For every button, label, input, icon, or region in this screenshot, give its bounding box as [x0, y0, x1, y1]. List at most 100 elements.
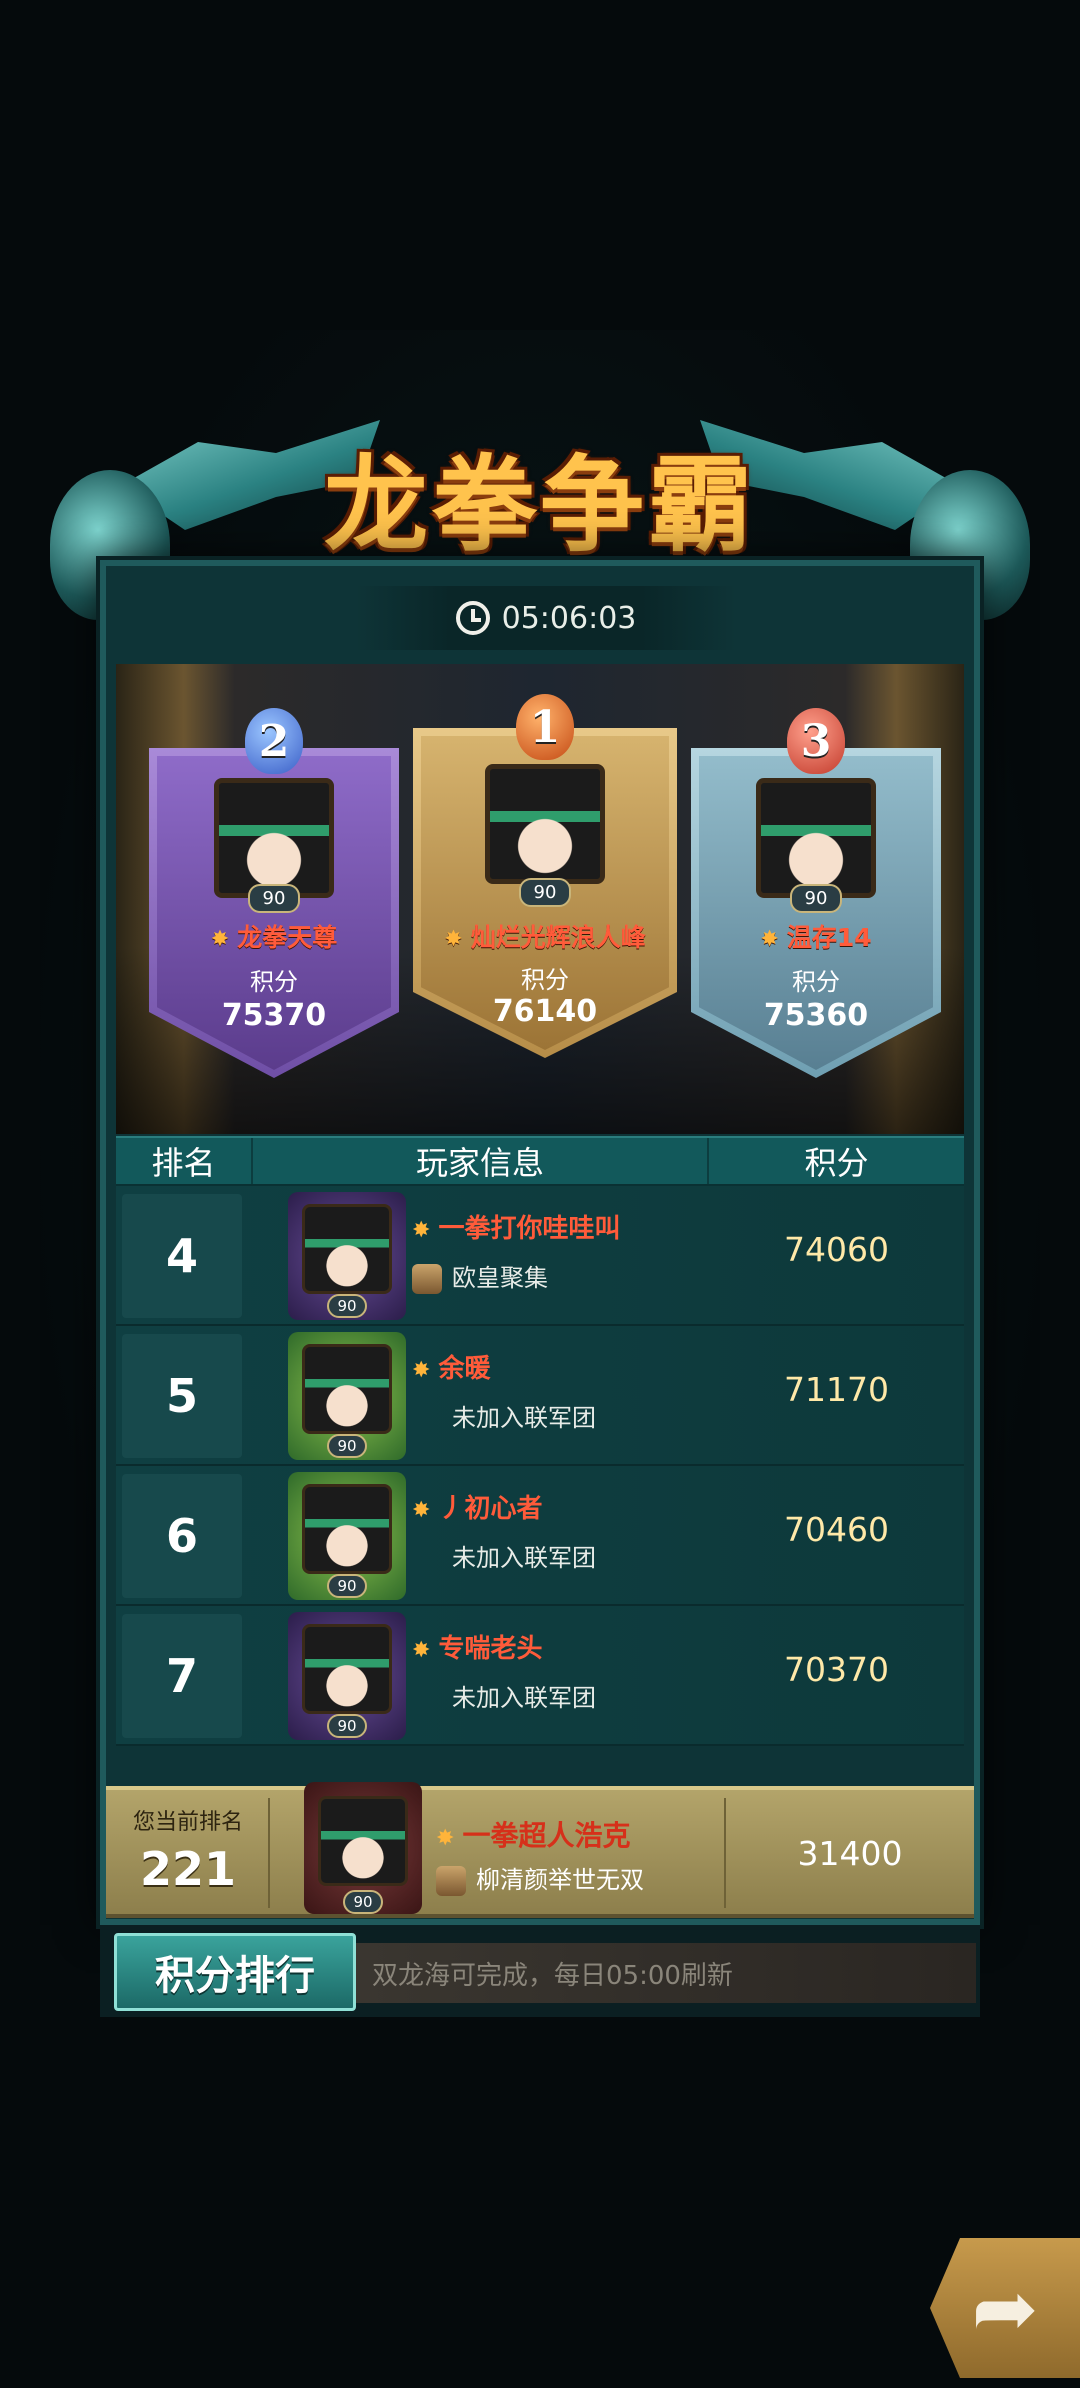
level-badge: 90 — [519, 878, 571, 907]
level-badge: 90 — [327, 1574, 367, 1598]
star-icon: ✸ — [412, 1218, 431, 1243]
ranking-list[interactable]: 4 90 ✸ 一拳打你哇哇叫 欧皇聚集 74060 5 90 ✸ 余暖 未加入联军团… — [116, 1186, 964, 1781]
player-name: ✸ 丿初心者 — [412, 1488, 542, 1525]
share-button[interactable]: ➦ — [930, 2238, 1080, 2378]
table-row[interactable]: 6 90 ✸ 丿初心者 未加入联军团 70460 — [116, 1466, 964, 1606]
event-title: 龙拳争霸 — [323, 443, 756, 566]
score-label: 积分 — [792, 968, 840, 996]
my-rank-number: 221 — [139, 1842, 237, 1896]
score-label: 积分 — [521, 966, 569, 994]
score-ranking-tab[interactable]: 积分排行 — [114, 1933, 356, 2011]
avatar — [302, 1484, 392, 1574]
player-name-text: 灿烂光辉浪人峰 — [470, 923, 646, 952]
avatar[interactable] — [756, 778, 876, 898]
rank-number: 7 — [122, 1614, 242, 1738]
guild-name: 未加入联军团 — [412, 1678, 596, 1713]
my-player-name-text: 一拳超人浩克 — [462, 1819, 631, 1852]
player-name: ✸ 温存14 — [691, 918, 941, 954]
avatar — [302, 1344, 392, 1434]
avatar[interactable] — [485, 764, 605, 884]
avatar — [302, 1204, 392, 1294]
star-icon: ✸ — [444, 927, 463, 952]
score-value: 70370 — [784, 1650, 889, 1689]
player-name-text: 余暖 — [438, 1354, 491, 1384]
score-value: 76140 — [492, 994, 598, 1029]
guild-name-text: 欧皇聚集 — [452, 1264, 548, 1292]
score-value: 75370 — [221, 998, 327, 1033]
my-player-name: ✸ 一拳超人浩克 — [436, 1814, 630, 1854]
player-name-text: 龙拳天尊 — [237, 923, 338, 952]
level-badge: 90 — [248, 884, 300, 913]
score-value: 75360 — [763, 998, 869, 1033]
header-score: 积分 — [804, 1144, 869, 1182]
podium-content-3: 3 90 ✸ 温存14 积分 75360 — [691, 708, 941, 1078]
table-header: 排名 玩家信息 积分 — [116, 1136, 964, 1186]
avatar-frame[interactable]: 90 — [288, 1472, 406, 1600]
guild-name-text: 未加入联军团 — [452, 1544, 596, 1572]
rank-number: 4 — [122, 1194, 242, 1318]
timer-text: 05:06:03 — [501, 600, 637, 636]
guild-icon — [436, 1866, 466, 1896]
avatar — [302, 1624, 392, 1714]
player-name-text: 丿初心者 — [438, 1494, 543, 1524]
guild-name-text: 未加入联军团 — [452, 1684, 596, 1712]
player-name-text: 专喘老头 — [438, 1634, 543, 1664]
rank-medal-2: 2 — [245, 708, 303, 774]
avatar-frame[interactable]: 90 — [288, 1192, 406, 1320]
table-row[interactable]: 4 90 ✸ 一拳打你哇哇叫 欧皇聚集 74060 — [116, 1186, 964, 1326]
header-rank: 排名 — [151, 1144, 216, 1182]
guild-name-text: 未加入联军团 — [452, 1404, 596, 1432]
score-value: 71170 — [784, 1370, 889, 1409]
player-name: ✸ 龙拳天尊 — [149, 918, 399, 954]
rank-medal-1: 1 — [516, 694, 574, 760]
rank-medal-3: 3 — [787, 708, 845, 774]
avatar-frame[interactable]: 90 — [288, 1612, 406, 1740]
podium-content-2: 2 90 ✸ 龙拳天尊 积分 75370 — [149, 708, 399, 1078]
leaderboard-panel: 05:06:03 2 90 ✸ 龙拳天尊 积分 75370 1 90 ✸ 灿烂光辉浪… — [100, 560, 980, 1925]
my-score-value: 31400 — [797, 1834, 903, 1873]
star-icon: ✸ — [412, 1358, 431, 1383]
my-guild-name-text: 柳清颜举世无双 — [476, 1866, 644, 1894]
star-icon: ✸ — [760, 927, 779, 952]
guild-name: 未加入联军团 — [412, 1398, 596, 1433]
my-avatar-frame[interactable]: 90 — [304, 1782, 422, 1914]
level-badge: 90 — [790, 884, 842, 913]
clock-icon — [455, 601, 490, 635]
share-icon: ➦ — [971, 2261, 1039, 2355]
my-guild-name: 柳清颜举世无双 — [436, 1860, 644, 1896]
table-row[interactable]: 5 90 ✸ 余暖 未加入联军团 71170 — [116, 1326, 964, 1466]
rank-number: 5 — [122, 1334, 242, 1458]
my-rank-label: 您当前排名 — [132, 1810, 243, 1835]
my-rank-bar[interactable]: 您当前排名 221 90 ✸ 一拳超人浩克 柳清颜举世无双 31400 — [106, 1782, 974, 1918]
player-name: ✸ 专喘老头 — [412, 1628, 542, 1665]
player-name-text: 一拳打你哇哇叫 — [438, 1214, 621, 1244]
star-icon: ✸ — [210, 927, 230, 952]
star-icon: ✸ — [436, 1826, 455, 1851]
player-name: ✸ 灿烂光辉浪人峰 — [413, 918, 677, 954]
player-name-text: 温存14 — [786, 923, 872, 952]
player-name: ✸ 余暖 — [412, 1348, 490, 1385]
level-badge: 90 — [327, 1714, 367, 1738]
level-badge: 90 — [327, 1434, 367, 1458]
avatar-frame[interactable]: 90 — [288, 1332, 406, 1460]
level-badge: 90 — [327, 1294, 367, 1318]
level-badge: 90 — [343, 1890, 383, 1914]
score-value: 74060 — [784, 1230, 889, 1269]
guild-icon — [412, 1264, 442, 1294]
header-player-info: 玩家信息 — [251, 1138, 709, 1184]
guild-name: 未加入联军团 — [412, 1538, 596, 1573]
star-icon: ✸ — [412, 1498, 431, 1523]
score-label: 积分 — [250, 968, 298, 996]
bottom-strip: 积分排行 双龙海可完成，每日05:00刷新 — [100, 1925, 980, 2017]
score-value: 70460 — [784, 1510, 889, 1549]
avatar — [318, 1796, 408, 1886]
podium-content-1: 1 90 ✸ 灿烂光辉浪人峰 积分 76140 — [413, 694, 677, 1058]
refresh-hint: 双龙海可完成，每日05:00刷新 — [356, 1943, 976, 2003]
guild-name: 欧皇聚集 — [412, 1258, 548, 1294]
player-name: ✸ 一拳打你哇哇叫 — [412, 1208, 620, 1245]
rank-number: 6 — [122, 1474, 242, 1598]
avatar[interactable] — [214, 778, 334, 898]
countdown-timer: 05:06:03 — [356, 586, 736, 650]
star-icon: ✸ — [412, 1638, 431, 1663]
table-row[interactable]: 7 90 ✸ 专喘老头 未加入联军团 70370 — [116, 1606, 964, 1746]
